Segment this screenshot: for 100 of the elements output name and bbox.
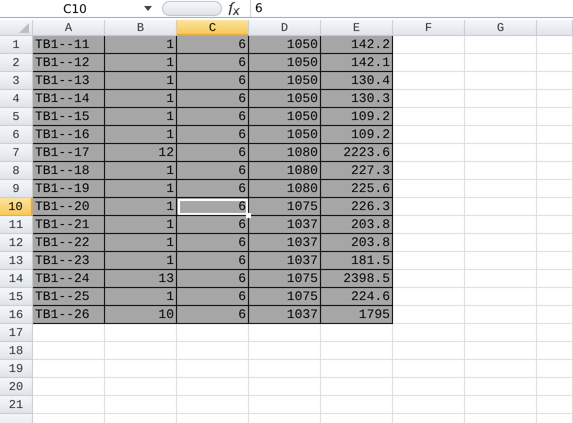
table-cell[interactable]: 6 bbox=[177, 126, 249, 144]
empty-cell[interactable] bbox=[537, 360, 573, 378]
empty-cell[interactable] bbox=[537, 198, 573, 216]
empty-cell[interactable] bbox=[465, 108, 537, 126]
empty-cell[interactable] bbox=[465, 342, 537, 360]
table-cell[interactable]: 1037 bbox=[249, 306, 321, 324]
row-header[interactable]: 21 bbox=[0, 396, 33, 414]
table-cell[interactable]: 109.2 bbox=[321, 126, 393, 144]
empty-cell[interactable] bbox=[537, 378, 573, 396]
table-cell[interactable]: 109.2 bbox=[321, 108, 393, 126]
table-cell[interactable]: 142.1 bbox=[321, 54, 393, 72]
table-cell[interactable]: 130.4 bbox=[321, 72, 393, 90]
row-header[interactable]: 20 bbox=[0, 378, 33, 396]
empty-cell[interactable] bbox=[249, 342, 321, 360]
empty-cell[interactable] bbox=[465, 252, 537, 270]
empty-cell[interactable] bbox=[393, 342, 465, 360]
empty-cell[interactable] bbox=[465, 270, 537, 288]
row-header[interactable]: 7 bbox=[0, 144, 33, 162]
empty-cell[interactable] bbox=[393, 396, 465, 414]
empty-cell[interactable] bbox=[537, 342, 573, 360]
table-cell[interactable]: 203.8 bbox=[321, 216, 393, 234]
table-cell[interactable]: 1 bbox=[105, 252, 177, 270]
table-cell[interactable]: 1 bbox=[105, 198, 177, 216]
empty-cell[interactable] bbox=[465, 162, 537, 180]
table-cell[interactable]: 6 bbox=[177, 288, 249, 306]
empty-cell[interactable] bbox=[537, 90, 573, 108]
table-cell[interactable]: 227.3 bbox=[321, 162, 393, 180]
empty-cell[interactable] bbox=[465, 180, 537, 198]
table-cell[interactable]: 10 bbox=[105, 306, 177, 324]
empty-cell[interactable] bbox=[465, 72, 537, 90]
table-cell[interactable]: 6 bbox=[177, 234, 249, 252]
empty-cell[interactable] bbox=[537, 54, 573, 72]
table-cell[interactable]: 1 bbox=[105, 180, 177, 198]
empty-cell[interactable] bbox=[249, 396, 321, 414]
row-header[interactable]: 14 bbox=[0, 270, 33, 288]
empty-cell[interactable] bbox=[537, 72, 573, 90]
table-cell[interactable]: 6 bbox=[177, 216, 249, 234]
table-cell[interactable]: 1050 bbox=[249, 72, 321, 90]
table-cell[interactable]: 6 bbox=[177, 270, 249, 288]
empty-cell[interactable] bbox=[321, 324, 393, 342]
empty-cell[interactable] bbox=[321, 396, 393, 414]
empty-cell[interactable] bbox=[105, 324, 177, 342]
empty-cell[interactable] bbox=[105, 396, 177, 414]
table-cell[interactable]: TB1--17 bbox=[33, 144, 105, 162]
table-cell[interactable]: 1 bbox=[105, 54, 177, 72]
empty-cell[interactable] bbox=[537, 36, 573, 54]
table-cell[interactable]: TB1--18 bbox=[33, 162, 105, 180]
table-cell[interactable]: 6 bbox=[177, 144, 249, 162]
empty-cell[interactable] bbox=[537, 180, 573, 198]
table-cell[interactable]: 1037 bbox=[249, 234, 321, 252]
empty-cell[interactable] bbox=[465, 144, 537, 162]
row-header[interactable]: 19 bbox=[0, 360, 33, 378]
table-cell[interactable]: 142.2 bbox=[321, 36, 393, 54]
table-cell[interactable]: 1 bbox=[105, 234, 177, 252]
column-header[interactable]: A bbox=[33, 20, 105, 36]
table-cell[interactable]: 6 bbox=[177, 306, 249, 324]
table-cell[interactable]: TB1--20 bbox=[33, 198, 105, 216]
row-header[interactable]: 6 bbox=[0, 126, 33, 144]
table-cell[interactable]: 1075 bbox=[249, 270, 321, 288]
empty-cell[interactable] bbox=[537, 216, 573, 234]
table-cell[interactable]: TB1--26 bbox=[33, 306, 105, 324]
table-cell[interactable]: 2398.5 bbox=[321, 270, 393, 288]
table-cell[interactable]: 1 bbox=[105, 36, 177, 54]
empty-cell[interactable] bbox=[465, 126, 537, 144]
table-cell[interactable]: 1 bbox=[105, 108, 177, 126]
table-cell[interactable]: 181.5 bbox=[321, 252, 393, 270]
empty-cell[interactable] bbox=[177, 324, 249, 342]
table-cell[interactable]: 1075 bbox=[249, 198, 321, 216]
table-cell[interactable]: 1 bbox=[105, 288, 177, 306]
table-cell[interactable]: 1075 bbox=[249, 288, 321, 306]
column-header[interactable] bbox=[537, 20, 573, 36]
table-cell[interactable]: 6 bbox=[177, 108, 249, 126]
column-header[interactable]: B bbox=[105, 20, 177, 36]
table-cell[interactable]: 1050 bbox=[249, 90, 321, 108]
empty-cell[interactable] bbox=[465, 54, 537, 72]
table-cell[interactable]: 1795 bbox=[321, 306, 393, 324]
table-cell[interactable]: 6 bbox=[177, 72, 249, 90]
table-cell[interactable]: 6 bbox=[177, 198, 249, 216]
formula-field[interactable]: 6 bbox=[250, 0, 263, 17]
table-cell[interactable]: 1 bbox=[105, 162, 177, 180]
row-header[interactable]: 4 bbox=[0, 90, 33, 108]
row-header[interactable]: 3 bbox=[0, 72, 33, 90]
table-cell[interactable]: 6 bbox=[177, 90, 249, 108]
row-header[interactable]: 9 bbox=[0, 180, 33, 198]
empty-cell[interactable] bbox=[465, 306, 537, 324]
table-cell[interactable]: TB1--15 bbox=[33, 108, 105, 126]
table-cell[interactable]: 1 bbox=[105, 216, 177, 234]
empty-cell[interactable] bbox=[177, 360, 249, 378]
table-cell[interactable]: 1080 bbox=[249, 144, 321, 162]
select-all-button[interactable] bbox=[0, 20, 33, 36]
table-cell[interactable]: 13 bbox=[105, 270, 177, 288]
table-cell[interactable]: 1050 bbox=[249, 36, 321, 54]
empty-cell[interactable] bbox=[465, 234, 537, 252]
row-header[interactable]: 18 bbox=[0, 342, 33, 360]
column-header[interactable]: F bbox=[393, 20, 465, 36]
empty-cell[interactable] bbox=[537, 288, 573, 306]
column-header[interactable]: D bbox=[249, 20, 321, 36]
empty-cell[interactable] bbox=[249, 324, 321, 342]
empty-cell[interactable] bbox=[465, 396, 537, 414]
empty-cell[interactable] bbox=[537, 270, 573, 288]
